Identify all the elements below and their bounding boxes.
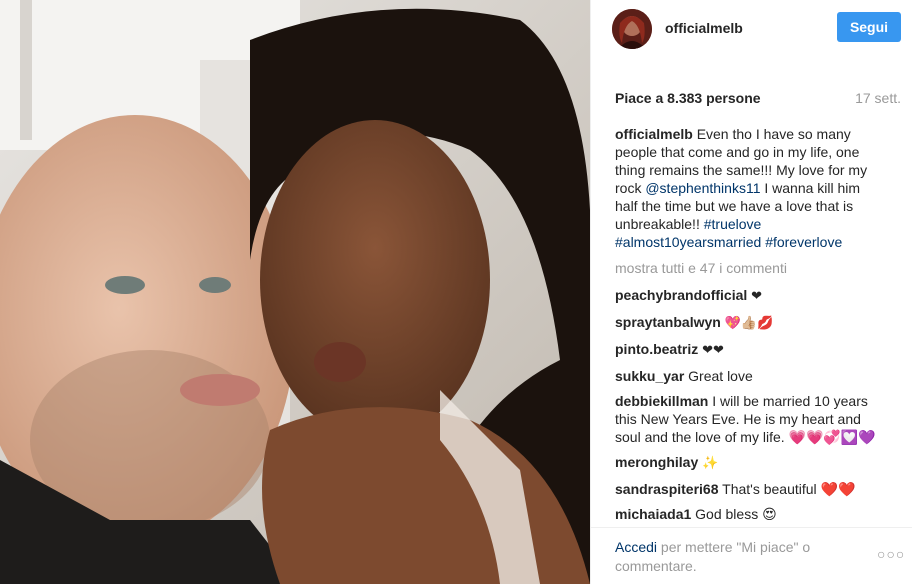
comment-text: ❤ xyxy=(751,289,763,304)
comment-item: meronghilay ✨ xyxy=(615,453,879,473)
comment-item: michaiada1 God bless 😍 xyxy=(615,505,879,523)
couple-selfie-image xyxy=(0,0,590,584)
caption-hashtag[interactable]: #foreverlove xyxy=(765,234,842,250)
comment-item: peachybrandofficial ❤ xyxy=(615,286,879,306)
comment-text: ✨ xyxy=(702,456,719,471)
post-footer: Accedi per mettere "Mi piace" o commenta… xyxy=(591,527,912,585)
comment-text: That's beautiful ❤️❤️ xyxy=(722,481,856,497)
comment-text: ❤❤ xyxy=(702,343,724,358)
post-caption: officialmelb Even tho I have so many peo… xyxy=(615,125,879,251)
comment-item: sukku_yar Great love xyxy=(615,367,879,385)
comment-username[interactable]: debbiekillman xyxy=(615,393,708,409)
show-all-comments-link[interactable]: mostra tutti e 47 i commenti xyxy=(615,259,879,277)
comment-username[interactable]: michaiada1 xyxy=(615,506,691,522)
post-details-panel: officialmelb Segui Piace a 8.383 persone… xyxy=(590,0,912,584)
avatar[interactable] xyxy=(612,9,652,49)
comments-list[interactable]: officialmelb Even tho I have so many peo… xyxy=(615,125,879,523)
comment-item: debbiekillman I will be married 10 years… xyxy=(615,392,879,446)
post-photo[interactable] xyxy=(0,0,590,584)
comment-username[interactable]: spraytanbalwyn xyxy=(615,314,721,330)
caption-username[interactable]: officialmelb xyxy=(615,126,693,142)
caption-hashtag[interactable]: #truelove xyxy=(704,216,762,232)
comment-item: sandraspiteri68 That's beautiful ❤️❤️ xyxy=(615,480,879,498)
login-link[interactable]: Accedi xyxy=(615,539,657,555)
more-options-icon[interactable]: ○○○ xyxy=(877,546,905,562)
caption-mention[interactable]: @stephenthinks11 xyxy=(645,180,760,196)
avatar-image xyxy=(612,9,652,49)
likes-count[interactable]: Piace a 8.383 persone xyxy=(615,90,761,106)
comment-username[interactable]: pinto.beatriz xyxy=(615,341,698,357)
comment-username[interactable]: meronghilay xyxy=(615,454,698,470)
comment-text: 💖👍🏼💋 xyxy=(724,316,774,331)
comment-username[interactable]: sandraspiteri68 xyxy=(615,481,719,497)
follow-button[interactable]: Segui xyxy=(837,12,901,42)
post-header: officialmelb Segui xyxy=(591,0,912,62)
comment-username[interactable]: peachybrandofficial xyxy=(615,287,747,303)
caption-hashtag[interactable]: #almost10yearsmarried xyxy=(615,234,761,250)
post-timestamp[interactable]: 17 sett. xyxy=(855,90,901,106)
comment-username[interactable]: sukku_yar xyxy=(615,368,684,384)
post-author-username[interactable]: officialmelb xyxy=(665,20,743,36)
comment-item: pinto.beatriz ❤❤ xyxy=(615,340,879,360)
comment-item: spraytanbalwyn 💖👍🏼💋 xyxy=(615,313,879,333)
comment-text: God bless 😍 xyxy=(695,506,777,522)
comment-text: Great love xyxy=(688,368,753,384)
login-prompt: Accedi per mettere "Mi piace" o commenta… xyxy=(615,538,855,576)
instagram-post-view: officialmelb Segui Piace a 8.383 persone… xyxy=(0,0,912,584)
likes-row: Piace a 8.383 persone 17 sett. xyxy=(615,90,901,106)
